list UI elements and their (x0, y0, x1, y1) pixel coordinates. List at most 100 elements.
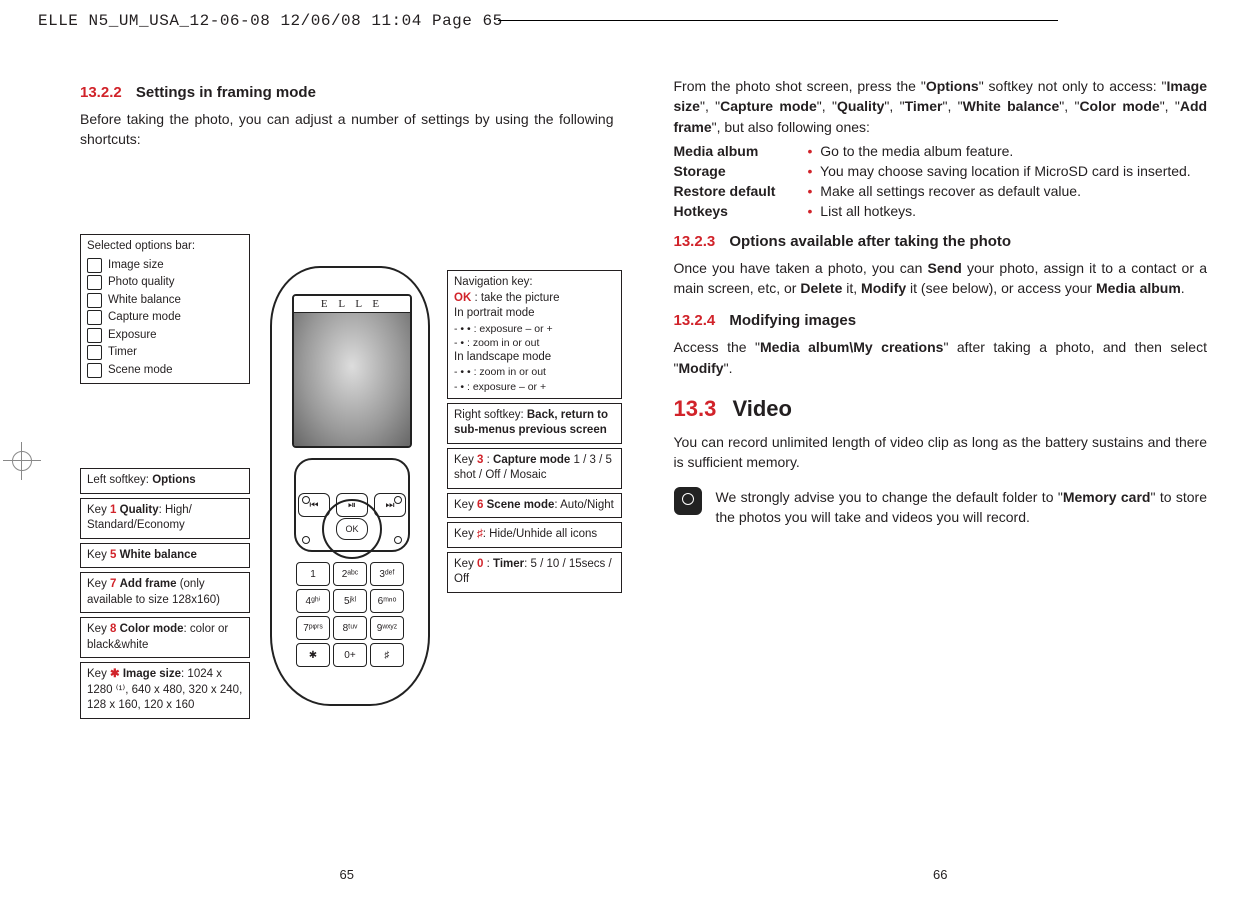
bullet-icon: • (808, 163, 813, 179)
definition-term: Restore default (674, 183, 794, 199)
page-number: 65 (340, 867, 354, 882)
option-label: Photo quality (108, 275, 175, 291)
phone-preview-image (294, 313, 410, 446)
nav-ok-glyph: OK (454, 292, 471, 304)
callout-key-3: Key 3 : Capture mode 1 / 3 / 5 shot / Of… (447, 448, 622, 489)
keypad-key: 2ᵃᵇᶜ (333, 562, 367, 586)
callout-nav-key: Navigation key: OK : take the picture In… (447, 270, 622, 399)
crop-mark-icon (12, 451, 32, 471)
options-bar-item: White balance (87, 292, 243, 310)
callout-options-bar: Selected options bar: Image sizePhoto qu… (80, 234, 250, 384)
option-icon (87, 328, 102, 343)
key-glyph: 8 (110, 623, 116, 635)
spread: 13.2.2 Settings in framing mode Before t… (80, 70, 1207, 882)
section-title: Modifying images (729, 312, 856, 329)
keypad-key: 9ʷˣʸᶻ (370, 616, 404, 640)
key-bold: Capture mode (493, 454, 570, 466)
nav-header: Navigation key: (454, 275, 615, 291)
para-modify: Access the "Media album\My creations" af… (674, 337, 1208, 378)
phone-keypad: 12ᵃᵇᶜ3ᵈᵉᶠ4ᵍʰⁱ5ʲᵏˡ6ᵐⁿᵒ7ᵖᵠʳˢ8ᵗᵘᵛ9ʷˣʸᶻ✱0+♯ (296, 562, 404, 667)
key-glyph: 1 (110, 504, 116, 516)
callout-right-softkey: Right softkey: Back, return to sub-menus… (447, 403, 622, 444)
page: ELLE N5_UM_USA_12-06-08 12/06/08 11:04 P… (0, 0, 1247, 922)
bullet-icon: • (808, 183, 813, 199)
keypad-key: 5ʲᵏˡ (333, 589, 367, 613)
options-bar-item: Exposure (87, 327, 243, 345)
keypad-key: 6ᵐⁿᵒ (370, 589, 404, 613)
bullet-icon: • (808, 203, 813, 219)
print-header-text: ELLE N5_UM_USA_12-06-08 12/06/08 11:04 P… (38, 12, 503, 30)
section-title: Video (732, 396, 792, 421)
options-bar-item: Scene mode (87, 362, 243, 380)
keypad-key: ✱ (296, 643, 330, 667)
heading-13-3: 13.3 Video (674, 396, 1208, 422)
section-title: Settings in framing mode (136, 84, 316, 101)
options-bar-item: Capture mode (87, 309, 243, 327)
tip-lightbulb-icon (674, 487, 702, 515)
phone-nav-cluster: ⏮ ⏯ ⏭ OK (294, 458, 410, 552)
definition-row: Media album• Go to the media album featu… (674, 143, 1208, 159)
print-header: ELLE N5_UM_USA_12-06-08 12/06/08 11:04 P… (38, 12, 503, 30)
option-icon (87, 363, 102, 378)
definition-list: Media album• Go to the media album featu… (674, 143, 1208, 219)
callout-key-8: Key 8 Color mode: color or black&white (80, 617, 250, 658)
softkey-dot-icon (302, 496, 310, 504)
ok-button: OK (336, 518, 368, 540)
key-glyph: 7 (110, 578, 116, 590)
section-title: Options available after taking the photo (729, 233, 1011, 250)
key-bold: Image size (123, 668, 181, 680)
key-rest: : Hide/Unhide all icons (483, 528, 597, 540)
key-bold: Quality (120, 504, 159, 516)
callouts-left-top: Selected options bar: Image sizePhoto qu… (80, 234, 250, 388)
phone-brand: E L L E (294, 296, 410, 313)
keypad-key: 8ᵗᵘᵛ (333, 616, 367, 640)
key-bold: Color mode (120, 623, 184, 635)
callout-left-softkey: Left softkey: Options (80, 468, 250, 494)
nav-portrait-1: - • • : exposure – or + (454, 322, 615, 336)
heading-13-2-4: 13.2.4 Modifying images (674, 312, 1208, 329)
key-bold: White balance (120, 549, 197, 561)
section-number: 13.2.2 (80, 84, 122, 101)
key-bold: Timer (493, 558, 524, 570)
keypad-key: 0+ (333, 643, 367, 667)
keypad-key: 4ᵍʰⁱ (296, 589, 330, 613)
option-icon (87, 258, 102, 273)
page-number: 66 (933, 867, 947, 882)
softkey-dot-icon (302, 536, 310, 544)
definition-row: Storage • You may choose saving location … (674, 163, 1208, 179)
nav-ok-rest: : take the picture (471, 292, 559, 304)
phone-illustration: E L L E ⏮ ⏯ ⏭ OK 12ᵃᵇᶜ3ᵈᵉᶠ4ᵍʰⁱ5ʲᵏˡ6ᵐⁿᵒ7ᵖ… (270, 266, 430, 706)
section-number: 13.2.4 (674, 312, 716, 329)
definition-desc: • List all hotkeys. (808, 203, 1208, 219)
nav-ring: OK (322, 499, 382, 559)
para-options-softkey: From the photo shot screen, press the "O… (674, 76, 1208, 137)
nav-landscape-2: - • : exposure – or + (454, 380, 615, 394)
label: Right softkey: (454, 409, 527, 421)
callout-key-6: Key 6 Scene mode: Auto/Night (447, 493, 622, 519)
callouts-right: Navigation key: OK : take the picture In… (447, 270, 622, 597)
option-label: Image size (108, 258, 164, 274)
option-label: Timer (108, 345, 137, 361)
callout-key-1: Key 1 Quality: High/ Standard/Economy (80, 498, 250, 539)
key-bold: Scene mode (487, 499, 555, 511)
options-bar-list: Image sizePhoto qualityWhite balanceCapt… (87, 257, 243, 380)
key-rest: : Auto/Night (554, 499, 613, 511)
callout-key-star: Key ✱ Image size: 1024 x 1280 ⁽¹⁾, 640 x… (80, 662, 250, 719)
print-header-rule (498, 20, 1058, 21)
definition-row: Hotkeys• List all hotkeys. (674, 203, 1208, 219)
definition-term: Storage (674, 163, 794, 179)
bullet-icon: • (808, 143, 813, 159)
nav-landscape-1: - • • : zoom in or out (454, 365, 615, 379)
label: Left softkey: (87, 474, 152, 486)
definition-desc: • You may choose saving location if Micr… (808, 163, 1208, 179)
key-glyph: 3 (477, 454, 483, 466)
heading-13-2-3: 13.2.3 Options available after taking th… (674, 233, 1208, 250)
callout-key-7: Key 7 Add frame (only available to size … (80, 572, 250, 613)
key-bold: Add frame (120, 578, 177, 590)
keypad-key: 3ᵈᵉᶠ (370, 562, 404, 586)
option-icon (87, 310, 102, 325)
tip-text: We strongly advise you to change the def… (716, 487, 1208, 528)
tip-block: We strongly advise you to change the def… (674, 487, 1208, 528)
softkey-dot-icon (394, 536, 402, 544)
options-bar-header: Selected options bar: (87, 239, 243, 255)
